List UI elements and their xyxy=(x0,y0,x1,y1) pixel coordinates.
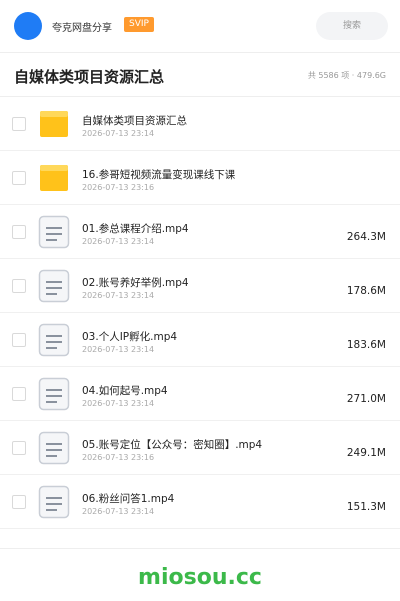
select-checkbox[interactable] xyxy=(12,279,26,293)
item-size: 264.3M xyxy=(346,231,386,243)
video-file-icon xyxy=(38,269,70,303)
item-size: 271.0M xyxy=(346,393,386,405)
file-list: 自媒体类项目资源汇总 2026-07-13 23:14 16.参哥短视频流量变现课线… xyxy=(0,97,400,529)
select-checkbox[interactable] xyxy=(12,117,26,131)
app-name: 夸克网盘分享 xyxy=(52,23,112,34)
avatar[interactable] xyxy=(14,12,42,40)
item-date: 2026-07-13 23:16 xyxy=(82,183,155,192)
select-checkbox[interactable] xyxy=(12,441,26,455)
item-name: 06.粉丝问答1.mp4 xyxy=(82,493,175,505)
item-size: 183.6M xyxy=(346,339,386,351)
select-checkbox[interactable] xyxy=(12,225,26,239)
select-checkbox[interactable] xyxy=(12,171,26,185)
list-item[interactable]: 02.账号养好举例.mp4 2026-07-13 23:14 178.6M xyxy=(0,259,400,313)
item-name: 02.账号养好举例.mp4 xyxy=(82,277,189,289)
list-item[interactable]: 03.个人IP孵化.mp4 2026-07-13 23:14 183.6M xyxy=(0,313,400,367)
video-file-icon xyxy=(38,323,70,357)
page-title: 自媒体类项目资源汇总 xyxy=(14,68,165,86)
list-item[interactable]: 16.参哥短视频流量变现课线下课 2026-07-13 23:16 xyxy=(0,151,400,205)
item-name: 自媒体类项目资源汇总 xyxy=(82,115,187,127)
item-date: 2026-07-13 23:14 xyxy=(82,291,155,300)
item-name: 16.参哥短视频流量变现课线下课 xyxy=(82,169,236,181)
select-checkbox[interactable] xyxy=(12,333,26,347)
folder-summary: 共 5586 项 · 479.6G xyxy=(307,71,386,80)
list-item[interactable]: 01.参总课程介绍.mp4 2026-07-13 23:14 264.3M xyxy=(0,205,400,259)
item-date: 2026-07-13 23:14 xyxy=(82,507,155,516)
video-file-icon xyxy=(38,431,70,465)
list-item[interactable]: 04.如何起号.mp4 2026-07-13 23:14 271.0M xyxy=(0,367,400,421)
item-date: 2026-07-13 23:14 xyxy=(82,345,155,354)
footer: miosou.cc xyxy=(0,548,400,601)
item-size: 178.6M xyxy=(346,285,386,297)
folder-header: 自媒体类项目资源汇总 共 5586 项 · 479.6G xyxy=(0,52,400,97)
item-date: 2026-07-13 23:14 xyxy=(82,129,155,138)
search-input[interactable]: 搜索 xyxy=(316,12,388,40)
item-date: 2026-07-13 23:14 xyxy=(82,237,155,246)
folder-icon xyxy=(38,161,70,195)
video-file-icon xyxy=(38,377,70,411)
list-item[interactable]: 自媒体类项目资源汇总 2026-07-13 23:14 xyxy=(0,97,400,151)
video-file-icon xyxy=(38,485,70,519)
select-checkbox[interactable] xyxy=(12,495,26,509)
item-date: 2026-07-13 23:16 xyxy=(82,453,155,462)
list-item[interactable]: 05.账号定位【公众号：密知圈】.mp4 2026-07-13 23:16 249.… xyxy=(0,421,400,475)
site-watermark: miosou.cc xyxy=(138,565,262,590)
folder-icon xyxy=(38,107,70,141)
item-name: 03.个人IP孵化.mp4 xyxy=(82,331,178,343)
svip-badge: SVIP xyxy=(124,17,154,32)
select-checkbox[interactable] xyxy=(12,387,26,401)
list-item[interactable]: 06.粉丝问答1.mp4 2026-07-13 23:14 151.3M xyxy=(0,475,400,529)
item-name: 05.账号定位【公众号：密知圈】.mp4 xyxy=(82,439,263,451)
item-name: 04.如何起号.mp4 xyxy=(82,385,168,397)
item-date: 2026-07-13 23:14 xyxy=(82,399,155,408)
video-file-icon xyxy=(38,215,70,249)
item-size: 151.3M xyxy=(346,501,386,513)
item-size: 249.1M xyxy=(346,447,386,459)
top-bar: 夸克网盘分享 SVIP 搜索 xyxy=(0,0,400,53)
item-name: 01.参总课程介绍.mp4 xyxy=(82,223,189,235)
